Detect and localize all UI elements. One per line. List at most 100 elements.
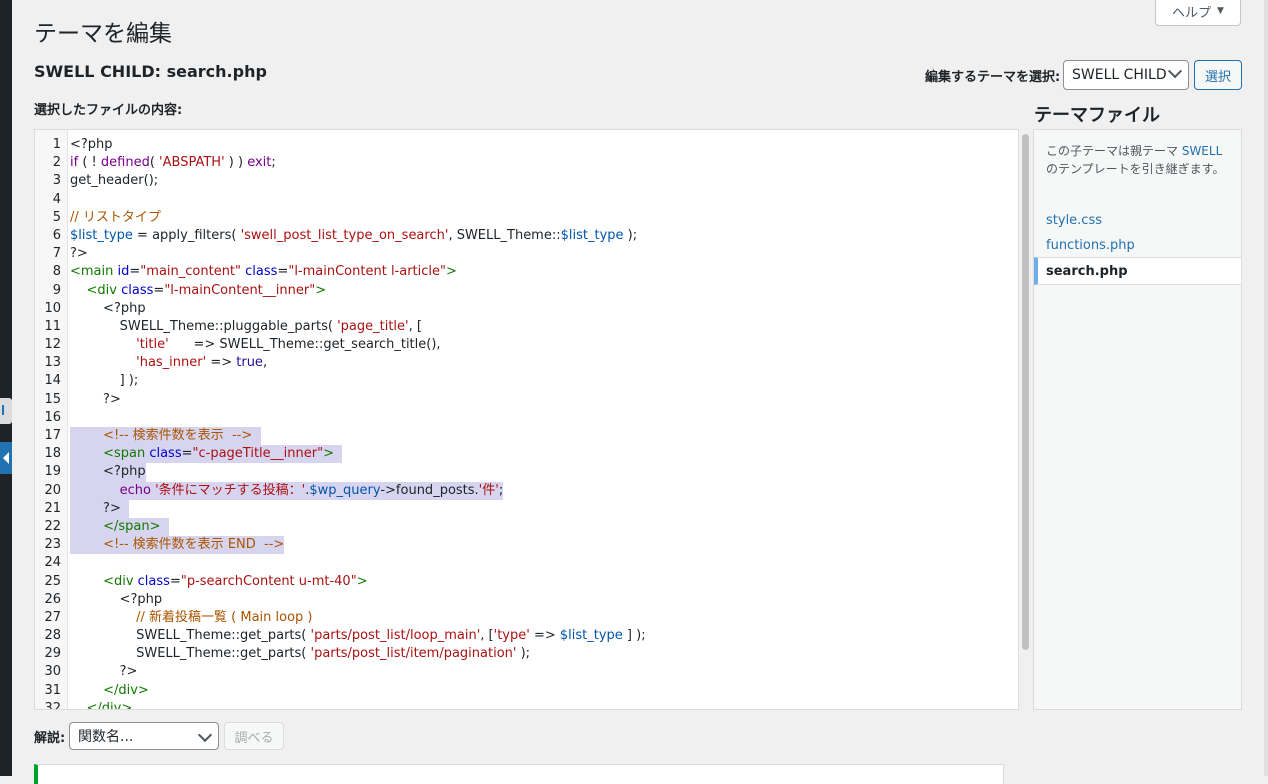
function-select-value: 関数名... (78, 729, 134, 745)
parent-theme-link[interactable]: SWELL (1182, 144, 1222, 158)
code-editor[interactable]: 1 <?php 2 if ( ! defined( 'ABSPATH' ) ) exi… (34, 129, 1019, 710)
code-line[interactable]: 25 <div class="p-searchContent u-mt-40"> (35, 573, 1018, 591)
code-line[interactable]: 12 'title' => SWELL_Theme::get_search_ti… (35, 336, 1018, 354)
code-text: SWELL_Theme::get_parts( 'parts/post_list… (70, 645, 530, 663)
line-number: 24 (44, 555, 61, 571)
code-line[interactable]: 15 ?> (35, 391, 1018, 409)
code-line[interactable]: 11 SWELL_Theme::pluggable_parts( 'page_t… (35, 318, 1018, 336)
code-token: > (315, 282, 327, 298)
function-select[interactable]: 関数名... (69, 722, 219, 750)
code-line[interactable]: 5 // リストタイプ (35, 209, 1018, 227)
code-line[interactable]: 13 'has_inner' => true, (35, 354, 1018, 372)
code-token: // リストタイプ (70, 209, 161, 225)
note-text-before: この子テーマは親テーマ (1046, 144, 1182, 158)
code-line[interactable]: 24 (35, 554, 1018, 572)
code-token: ] ); (622, 628, 646, 644)
code-token: ?> (70, 246, 88, 262)
code-line[interactable]: 32 </div> (35, 700, 1018, 709)
code-token: "l-mainContent l-article" (288, 264, 447, 280)
code-line[interactable]: 19 <?php (35, 463, 1018, 482)
editor-scrollbar[interactable] (1020, 130, 1032, 709)
code-text: // 新着投稿一覧 ( Main loop ) (70, 609, 313, 627)
code-token: <div (103, 573, 138, 589)
code-token: ] ); (70, 373, 139, 389)
code-line[interactable]: 6 $list_type = apply_filters( 'swell_post… (35, 227, 1018, 245)
code-token: SWELL_Theme::get_parts( (70, 646, 311, 662)
code-token: 'type' (493, 628, 530, 644)
code-token: class (149, 446, 182, 462)
code-text: </div> (70, 700, 133, 709)
code-line[interactable]: 2 if ( ! defined( 'ABSPATH' ) ) exit; (35, 154, 1018, 172)
code-text: <div class="p-searchContent u-mt-40"> (70, 573, 368, 591)
help-button[interactable]: ヘルプ ▼ (1155, 0, 1241, 26)
code-token: <div (86, 282, 122, 298)
code-line[interactable]: 27 // 新着投稿一覧 ( Main loop ) (35, 609, 1018, 627)
code-line[interactable]: 1 <?php (35, 136, 1018, 154)
code-line[interactable]: 10 <?php (35, 300, 1018, 318)
code-line[interactable]: 26 <?php (35, 591, 1018, 609)
code-line[interactable]: 17 <!-- 検索件数を表示 --> (35, 427, 1018, 446)
code-token: get_header(); (70, 173, 159, 189)
code-token: = (181, 446, 193, 462)
theme-file-style-css[interactable]: style.css (1034, 206, 1241, 234)
theme-file-functions-php[interactable]: functions.php (1034, 231, 1241, 259)
code-line[interactable]: 20 echo '条件にマッチする投稿：'.$wp_query->found_p… (35, 481, 1018, 500)
theme-files-panel: この子テーマは親テーマ SWELL のテンプレートを引き継ぎます。 style.… (1033, 129, 1242, 710)
code-text: ?> (70, 245, 88, 263)
code-token: </div> (103, 682, 149, 698)
line-number: 8 (52, 264, 61, 280)
line-number: 12 (44, 337, 61, 353)
code-line[interactable]: 8 <main id="main_content" class="l-mainCo… (35, 263, 1018, 281)
line-number: 18 (44, 446, 61, 462)
code-lines[interactable]: 1 <?php 2 if ( ! defined( 'ABSPATH' ) ) exi… (35, 136, 1018, 709)
code-line[interactable]: 16 (35, 409, 1018, 427)
code-line[interactable]: 22 </span> (35, 517, 1018, 537)
code-token: "main_content" (140, 264, 242, 280)
lookup-button[interactable]: 調べる (224, 722, 284, 750)
code-token: => (206, 355, 237, 371)
theme-select[interactable]: SWELL CHILD (1063, 60, 1189, 90)
code-line[interactable]: 9 <div class="l-mainContent__inner"> (35, 282, 1018, 300)
line-number: 1 (52, 137, 61, 152)
collapse-menu-icon[interactable] (0, 442, 12, 474)
line-number: 3 (52, 173, 61, 189)
code-token: = apply_filters( (132, 227, 241, 243)
editor-scrollbar-thumb[interactable] (1022, 134, 1029, 650)
theme-file-search-php[interactable]: search.php (1034, 257, 1241, 285)
code-line[interactable]: 4 (35, 191, 1018, 209)
code-text: </div> (70, 682, 149, 700)
code-line[interactable]: 21 ?> (35, 499, 1018, 518)
code-token: ); (623, 227, 638, 243)
line-number: 25 (44, 573, 61, 589)
select-theme-button[interactable]: 選択 (1194, 60, 1242, 90)
line-number: 5 (52, 209, 61, 225)
code-token: 'page_title' (337, 318, 409, 334)
code-line[interactable]: 31 </div> (35, 682, 1018, 700)
code-token: class (137, 573, 170, 589)
line-number: 7 (52, 246, 61, 262)
code-line[interactable]: 7 ?> (35, 245, 1018, 263)
code-token: ?> (70, 500, 130, 516)
code-line[interactable]: 3 get_header(); (35, 172, 1018, 190)
code-text: SWELL_Theme::get_parts( 'parts/post_list… (70, 627, 646, 645)
collapsed-panel-tab[interactable] (0, 398, 12, 424)
code-line[interactable]: 23 <!-- 検索件数を表示 END --> (35, 536, 1018, 555)
code-token: ; (271, 155, 276, 171)
code-token: // 新着投稿一覧 ( Main loop ) (136, 609, 313, 625)
code-line[interactable]: 28 SWELL_Theme::get_parts( 'parts/post_l… (35, 627, 1018, 645)
code-token: SWELL_Theme::get_parts( (70, 628, 311, 644)
code-line[interactable]: 29 SWELL_Theme::get_parts( 'parts/post_l… (35, 645, 1018, 663)
theme-files-title: テーマファイル (1034, 105, 1160, 126)
code-line[interactable]: 18 <span class="c-pageTitle__inner"> (35, 445, 1018, 464)
line-number: 6 (52, 227, 61, 243)
code-text: ?> (70, 663, 138, 681)
line-number: 4 (52, 191, 61, 207)
documentation-label: 解説: (34, 731, 66, 746)
code-line[interactable]: 14 ] ); (35, 372, 1018, 390)
file-content-label: 選択したファイルの内容: (34, 103, 183, 118)
code-line[interactable]: 30 ?> (35, 663, 1018, 681)
code-text: ] ); (70, 372, 139, 390)
